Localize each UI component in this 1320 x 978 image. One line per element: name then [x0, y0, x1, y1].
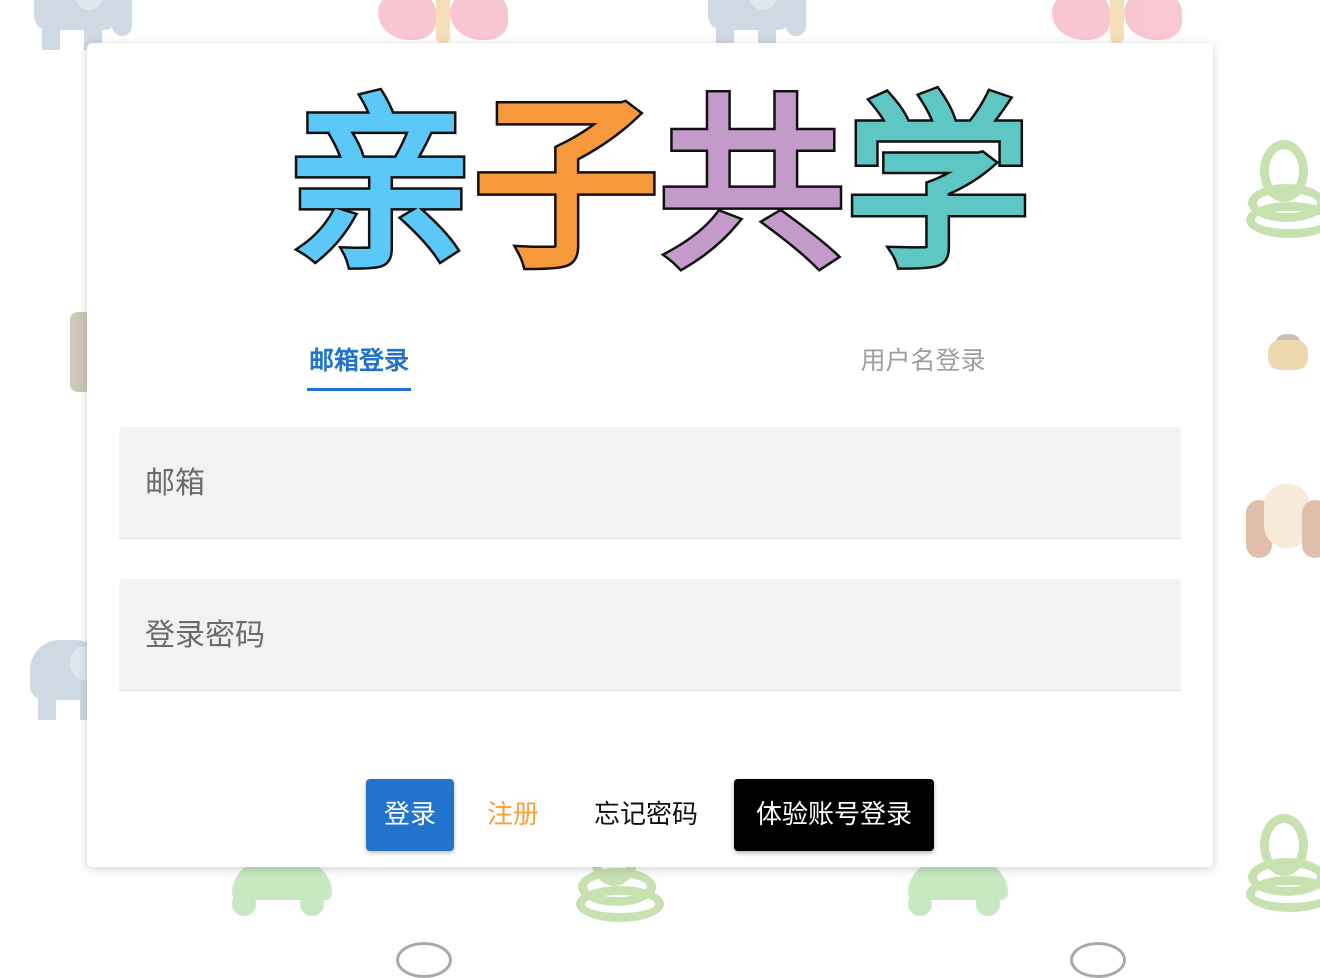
tab-label: 用户名登录	[860, 346, 986, 375]
email-field-container	[119, 427, 1181, 540]
login-card: 亲 子 共 学 邮箱登录 用户名登录 登录 注册 忘记密码 体验账号登录	[87, 43, 1213, 867]
password-field-container	[119, 579, 1181, 692]
brand-logo: 亲 子 共 学	[284, 77, 1033, 294]
tab-email-login[interactable]: 邮箱登录	[149, 331, 569, 391]
logo-char: 子	[471, 77, 662, 294]
password-field[interactable]	[143, 579, 1147, 692]
login-button[interactable]: 登录	[366, 779, 454, 851]
tab-username-login[interactable]: 用户名登录	[713, 331, 1133, 391]
logo-char: 学	[843, 77, 1034, 294]
forgot-password-button[interactable]: 忘记密码	[579, 779, 713, 851]
register-button[interactable]: 注册	[473, 779, 553, 851]
demo-login-button[interactable]: 体验账号登录	[734, 779, 934, 851]
logo-char: 亲	[284, 77, 475, 294]
email-field[interactable]	[143, 427, 1147, 540]
login-tabs: 邮箱登录 用户名登录	[87, 331, 1213, 391]
logo-char: 共	[657, 77, 848, 294]
tab-label: 邮箱登录	[306, 331, 412, 391]
